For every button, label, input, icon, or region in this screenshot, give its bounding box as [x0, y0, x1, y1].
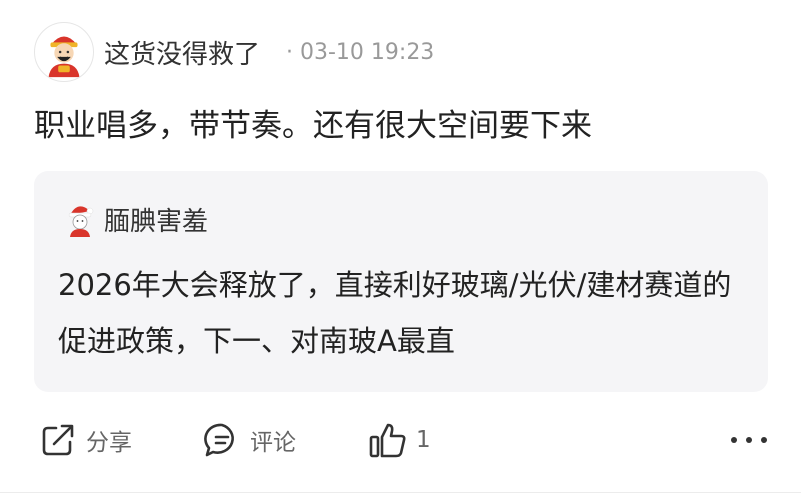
share-icon	[42, 424, 74, 456]
avatar[interactable]	[34, 22, 94, 82]
comment-label: 评论	[250, 430, 296, 456]
divider	[0, 492, 801, 493]
comment-icon	[204, 423, 234, 457]
quoted-author-name[interactable]: 腼腆害羞	[104, 201, 208, 237]
like-button[interactable]: 1	[368, 418, 431, 462]
thumbs-up-icon	[369, 423, 406, 458]
author-name[interactable]: 这货没得救了	[104, 34, 260, 70]
like-count: 1	[416, 427, 431, 453]
quoted-text: 2026年大会释放了，直接利好玻璃/光伏/建材赛道的促进政策，下一、对南玻A最直	[58, 268, 732, 358]
action-bar: 分享 评论 1	[0, 410, 801, 470]
post-text: 职业唱多，带节奏。还有很大空间要下来	[34, 108, 592, 144]
more-icon	[731, 437, 737, 443]
more-icon-dot	[746, 437, 752, 443]
more-button[interactable]	[731, 428, 767, 452]
quoted-avatar[interactable]	[60, 198, 100, 238]
quoted-avatar-image	[68, 206, 94, 237]
avatar-image	[35, 23, 93, 81]
quoted-post[interactable]: 腼腆害羞 2026年大会释放了，直接利好玻璃/光伏/建材赛道的促进政策，下一、对…	[34, 171, 768, 392]
post-timestamp: · 03-10 19:23	[286, 39, 435, 65]
comment-button[interactable]: 评论	[202, 418, 296, 462]
share-button[interactable]: 分享	[38, 418, 132, 462]
share-label: 分享	[86, 430, 132, 456]
more-icon-dot	[761, 437, 767, 443]
